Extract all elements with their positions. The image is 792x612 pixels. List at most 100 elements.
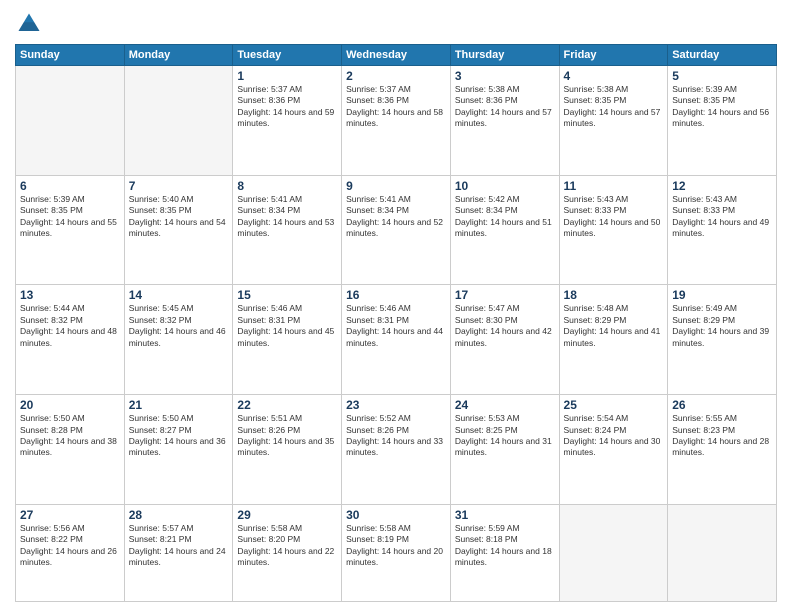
calendar-cell: 17Sunrise: 5:47 AMSunset: 8:30 PMDayligh… bbox=[450, 285, 559, 395]
weekday-header-tuesday: Tuesday bbox=[233, 45, 342, 66]
week-row-4: 20Sunrise: 5:50 AMSunset: 8:28 PMDayligh… bbox=[16, 395, 777, 505]
logo bbox=[15, 10, 47, 38]
calendar-cell: 18Sunrise: 5:48 AMSunset: 8:29 PMDayligh… bbox=[559, 285, 668, 395]
day-number: 22 bbox=[237, 398, 337, 412]
weekday-header-row: SundayMondayTuesdayWednesdayThursdayFrid… bbox=[16, 45, 777, 66]
week-row-5: 27Sunrise: 5:56 AMSunset: 8:22 PMDayligh… bbox=[16, 504, 777, 601]
calendar-cell: 19Sunrise: 5:49 AMSunset: 8:29 PMDayligh… bbox=[668, 285, 777, 395]
week-row-3: 13Sunrise: 5:44 AMSunset: 8:32 PMDayligh… bbox=[16, 285, 777, 395]
day-number: 11 bbox=[564, 179, 664, 193]
calendar-cell bbox=[124, 66, 233, 176]
day-number: 25 bbox=[564, 398, 664, 412]
day-number: 7 bbox=[129, 179, 229, 193]
cell-details: Sunrise: 5:53 AMSunset: 8:25 PMDaylight:… bbox=[455, 413, 555, 459]
day-number: 15 bbox=[237, 288, 337, 302]
calendar-cell: 7Sunrise: 5:40 AMSunset: 8:35 PMDaylight… bbox=[124, 175, 233, 285]
calendar-cell: 20Sunrise: 5:50 AMSunset: 8:28 PMDayligh… bbox=[16, 395, 125, 505]
calendar-cell: 2Sunrise: 5:37 AMSunset: 8:36 PMDaylight… bbox=[342, 66, 451, 176]
cell-details: Sunrise: 5:51 AMSunset: 8:26 PMDaylight:… bbox=[237, 413, 337, 459]
header bbox=[15, 10, 777, 38]
cell-details: Sunrise: 5:38 AMSunset: 8:36 PMDaylight:… bbox=[455, 84, 555, 130]
calendar-cell: 6Sunrise: 5:39 AMSunset: 8:35 PMDaylight… bbox=[16, 175, 125, 285]
calendar-cell: 1Sunrise: 5:37 AMSunset: 8:36 PMDaylight… bbox=[233, 66, 342, 176]
cell-details: Sunrise: 5:47 AMSunset: 8:30 PMDaylight:… bbox=[455, 303, 555, 349]
calendar-cell: 9Sunrise: 5:41 AMSunset: 8:34 PMDaylight… bbox=[342, 175, 451, 285]
cell-details: Sunrise: 5:44 AMSunset: 8:32 PMDaylight:… bbox=[20, 303, 120, 349]
day-number: 19 bbox=[672, 288, 772, 302]
cell-details: Sunrise: 5:58 AMSunset: 8:19 PMDaylight:… bbox=[346, 523, 446, 569]
day-number: 17 bbox=[455, 288, 555, 302]
day-number: 6 bbox=[20, 179, 120, 193]
day-number: 5 bbox=[672, 69, 772, 83]
calendar-cell: 14Sunrise: 5:45 AMSunset: 8:32 PMDayligh… bbox=[124, 285, 233, 395]
calendar-cell bbox=[559, 504, 668, 601]
page: SundayMondayTuesdayWednesdayThursdayFrid… bbox=[0, 0, 792, 612]
day-number: 20 bbox=[20, 398, 120, 412]
calendar-cell: 23Sunrise: 5:52 AMSunset: 8:26 PMDayligh… bbox=[342, 395, 451, 505]
calendar-cell: 29Sunrise: 5:58 AMSunset: 8:20 PMDayligh… bbox=[233, 504, 342, 601]
day-number: 9 bbox=[346, 179, 446, 193]
calendar-cell: 25Sunrise: 5:54 AMSunset: 8:24 PMDayligh… bbox=[559, 395, 668, 505]
calendar-cell: 22Sunrise: 5:51 AMSunset: 8:26 PMDayligh… bbox=[233, 395, 342, 505]
cell-details: Sunrise: 5:48 AMSunset: 8:29 PMDaylight:… bbox=[564, 303, 664, 349]
day-number: 21 bbox=[129, 398, 229, 412]
day-number: 28 bbox=[129, 508, 229, 522]
day-number: 23 bbox=[346, 398, 446, 412]
day-number: 13 bbox=[20, 288, 120, 302]
day-number: 1 bbox=[237, 69, 337, 83]
day-number: 3 bbox=[455, 69, 555, 83]
weekday-header-thursday: Thursday bbox=[450, 45, 559, 66]
calendar-cell: 5Sunrise: 5:39 AMSunset: 8:35 PMDaylight… bbox=[668, 66, 777, 176]
day-number: 8 bbox=[237, 179, 337, 193]
day-number: 4 bbox=[564, 69, 664, 83]
cell-details: Sunrise: 5:59 AMSunset: 8:18 PMDaylight:… bbox=[455, 523, 555, 569]
cell-details: Sunrise: 5:43 AMSunset: 8:33 PMDaylight:… bbox=[564, 194, 664, 240]
calendar-cell: 26Sunrise: 5:55 AMSunset: 8:23 PMDayligh… bbox=[668, 395, 777, 505]
calendar-cell bbox=[668, 504, 777, 601]
cell-details: Sunrise: 5:42 AMSunset: 8:34 PMDaylight:… bbox=[455, 194, 555, 240]
cell-details: Sunrise: 5:37 AMSunset: 8:36 PMDaylight:… bbox=[237, 84, 337, 130]
cell-details: Sunrise: 5:50 AMSunset: 8:28 PMDaylight:… bbox=[20, 413, 120, 459]
calendar-cell: 4Sunrise: 5:38 AMSunset: 8:35 PMDaylight… bbox=[559, 66, 668, 176]
calendar-cell: 15Sunrise: 5:46 AMSunset: 8:31 PMDayligh… bbox=[233, 285, 342, 395]
day-number: 26 bbox=[672, 398, 772, 412]
cell-details: Sunrise: 5:52 AMSunset: 8:26 PMDaylight:… bbox=[346, 413, 446, 459]
calendar-cell: 11Sunrise: 5:43 AMSunset: 8:33 PMDayligh… bbox=[559, 175, 668, 285]
calendar-cell: 31Sunrise: 5:59 AMSunset: 8:18 PMDayligh… bbox=[450, 504, 559, 601]
weekday-header-sunday: Sunday bbox=[16, 45, 125, 66]
calendar-cell: 16Sunrise: 5:46 AMSunset: 8:31 PMDayligh… bbox=[342, 285, 451, 395]
weekday-header-wednesday: Wednesday bbox=[342, 45, 451, 66]
weekday-header-friday: Friday bbox=[559, 45, 668, 66]
cell-details: Sunrise: 5:46 AMSunset: 8:31 PMDaylight:… bbox=[346, 303, 446, 349]
day-number: 18 bbox=[564, 288, 664, 302]
day-number: 10 bbox=[455, 179, 555, 193]
cell-details: Sunrise: 5:38 AMSunset: 8:35 PMDaylight:… bbox=[564, 84, 664, 130]
cell-details: Sunrise: 5:43 AMSunset: 8:33 PMDaylight:… bbox=[672, 194, 772, 240]
calendar-cell bbox=[16, 66, 125, 176]
weekday-header-monday: Monday bbox=[124, 45, 233, 66]
cell-details: Sunrise: 5:50 AMSunset: 8:27 PMDaylight:… bbox=[129, 413, 229, 459]
day-number: 16 bbox=[346, 288, 446, 302]
day-number: 12 bbox=[672, 179, 772, 193]
day-number: 14 bbox=[129, 288, 229, 302]
weekday-header-saturday: Saturday bbox=[668, 45, 777, 66]
cell-details: Sunrise: 5:49 AMSunset: 8:29 PMDaylight:… bbox=[672, 303, 772, 349]
cell-details: Sunrise: 5:55 AMSunset: 8:23 PMDaylight:… bbox=[672, 413, 772, 459]
calendar-cell: 8Sunrise: 5:41 AMSunset: 8:34 PMDaylight… bbox=[233, 175, 342, 285]
calendar-cell: 13Sunrise: 5:44 AMSunset: 8:32 PMDayligh… bbox=[16, 285, 125, 395]
calendar-table: SundayMondayTuesdayWednesdayThursdayFrid… bbox=[15, 44, 777, 602]
calendar-cell: 24Sunrise: 5:53 AMSunset: 8:25 PMDayligh… bbox=[450, 395, 559, 505]
week-row-1: 1Sunrise: 5:37 AMSunset: 8:36 PMDaylight… bbox=[16, 66, 777, 176]
calendar-cell: 30Sunrise: 5:58 AMSunset: 8:19 PMDayligh… bbox=[342, 504, 451, 601]
cell-details: Sunrise: 5:57 AMSunset: 8:21 PMDaylight:… bbox=[129, 523, 229, 569]
cell-details: Sunrise: 5:45 AMSunset: 8:32 PMDaylight:… bbox=[129, 303, 229, 349]
calendar-cell: 10Sunrise: 5:42 AMSunset: 8:34 PMDayligh… bbox=[450, 175, 559, 285]
week-row-2: 6Sunrise: 5:39 AMSunset: 8:35 PMDaylight… bbox=[16, 175, 777, 285]
cell-details: Sunrise: 5:39 AMSunset: 8:35 PMDaylight:… bbox=[672, 84, 772, 130]
calendar-cell: 12Sunrise: 5:43 AMSunset: 8:33 PMDayligh… bbox=[668, 175, 777, 285]
cell-details: Sunrise: 5:54 AMSunset: 8:24 PMDaylight:… bbox=[564, 413, 664, 459]
day-number: 27 bbox=[20, 508, 120, 522]
calendar-cell: 21Sunrise: 5:50 AMSunset: 8:27 PMDayligh… bbox=[124, 395, 233, 505]
day-number: 24 bbox=[455, 398, 555, 412]
cell-details: Sunrise: 5:58 AMSunset: 8:20 PMDaylight:… bbox=[237, 523, 337, 569]
